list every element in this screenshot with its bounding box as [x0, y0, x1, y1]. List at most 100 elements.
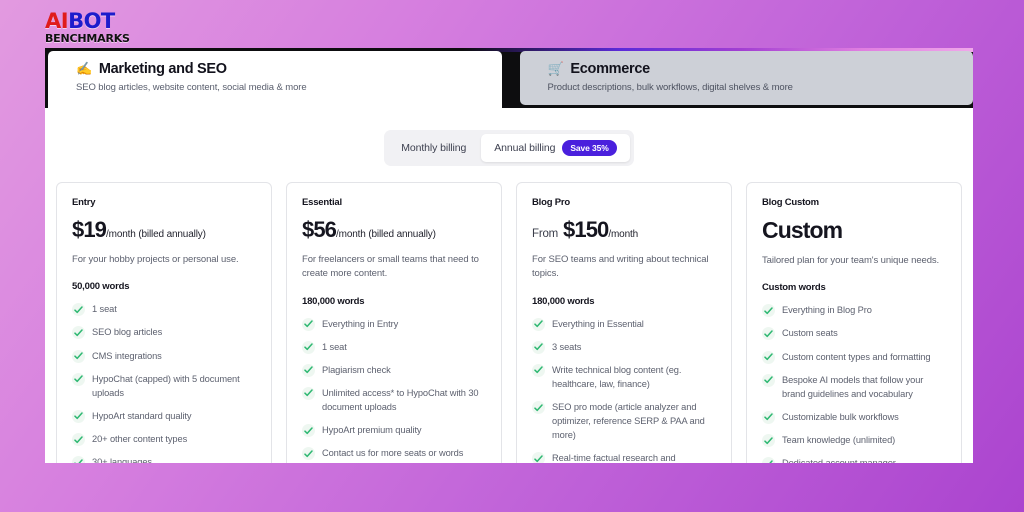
check-icon [72, 349, 85, 363]
feature-item: Customizable bulk workflows [762, 410, 946, 424]
feature-item: 1 seat [302, 340, 486, 354]
feature-label: Everything in Blog Pro [782, 305, 872, 316]
plan-name: Blog Custom [762, 197, 819, 208]
feature-item: Write technical blog content (eg. health… [532, 363, 716, 391]
plan-feature-list: Everything in Essential 3 seats Write tech… [532, 317, 716, 463]
tab-marketing-and-seo[interactable]: ✍️ Marketing and SEO SEO blog articles, … [48, 51, 502, 108]
check-icon [762, 304, 775, 318]
check-icon [302, 363, 315, 377]
feature-label: HypoArt premium quality [322, 425, 422, 436]
tab-ecommerce[interactable]: 🛒 Ecommerce Product descriptions, bulk w… [519, 51, 974, 105]
feature-item: Everything in Entry [302, 317, 486, 331]
plan-price-prefix: From [532, 228, 559, 240]
plan-description: For your hobby projects or personal use. [72, 254, 239, 265]
plan-price-suffix: /month (billed annually) [106, 229, 206, 240]
feature-label: 1 seat [322, 341, 347, 352]
plan-word-allowance: 180,000 words [532, 295, 595, 307]
logo-top-line: AIBOT [45, 11, 130, 32]
plan-description: For SEO teams and writing about technica… [532, 254, 709, 280]
check-icon [302, 424, 315, 438]
plan-price-amount: $150 [563, 217, 609, 242]
pricing-card[interactable]: Blog Pro From $150/month For SEO teams and … [516, 182, 732, 463]
pricing-card[interactable]: Entry $19/month (billed annually) For your… [56, 182, 272, 463]
plan-name: Entry [72, 197, 96, 208]
tab-ecommerce-subtitle: Product descriptions, bulk workflows, di… [547, 82, 793, 93]
plan-name: Blog Pro [532, 197, 570, 208]
feature-label: 3 seats [552, 341, 582, 352]
feature-item: CMS integrations [72, 349, 256, 363]
plan-price-row: From $150/month [532, 217, 716, 243]
feature-item: Unlimited access* to HypoChat with 30 do… [302, 386, 486, 414]
feature-item: 30+ languages [72, 455, 256, 463]
check-icon [302, 340, 315, 354]
check-icon [532, 340, 545, 354]
feature-item: Real-time factual research and automatic… [532, 451, 716, 463]
feature-label: Plagiarism check [322, 364, 391, 375]
tab-marketing-title-row: ✍️ Marketing and SEO [76, 61, 502, 77]
plan-description: For freelancers or small teams that need… [302, 254, 479, 280]
tab-ecommerce-label: Ecommerce [570, 61, 650, 77]
pricing-card[interactable]: Blog Custom Custom Tailored plan for your … [746, 182, 962, 463]
feature-item: Plagiarism check [302, 363, 486, 377]
feature-item: SEO pro mode (article analyzer and optim… [532, 400, 716, 442]
feature-item: Dedicated account manager [762, 456, 946, 463]
plan-price-row: $56/month (billed annually) [302, 217, 486, 243]
billing-toggle-row: Monthly billing Annual billing Save 35% [45, 108, 973, 182]
feature-item: 20+ other content types [72, 432, 256, 446]
billing-option-annual[interactable]: Annual billing Save 35% [481, 134, 630, 162]
plan-feature-list: Everything in Entry 1 seat Plagiarism chec… [302, 317, 486, 461]
feature-item: HypoArt premium quality [302, 423, 486, 438]
feature-item: Everything in Blog Pro [762, 303, 946, 318]
feature-label: Team knowledge (unlimited) [782, 435, 896, 445]
feature-item: HypoChat (capped) with 5 document upload… [72, 372, 256, 400]
feature-label: CMS integrations [92, 350, 162, 361]
feature-item: Contact us for more seats or words [302, 446, 486, 461]
feature-label: Everything in Entry [322, 318, 399, 329]
plan-price-suffix: /month (billed annually) [336, 229, 436, 240]
check-icon [532, 452, 545, 463]
save-badge: Save 35% [562, 140, 617, 156]
plan-price-row: $19/month (billed annually) [72, 217, 256, 243]
feature-item: Everything in Essential [532, 317, 716, 331]
check-icon [762, 410, 775, 424]
writing-hand-icon: ✍️ [76, 61, 92, 76]
check-icon [72, 326, 85, 340]
feature-item: 3 seats [532, 340, 716, 354]
plan-word-allowance: Custom words [762, 282, 826, 294]
tab-ecommerce-title-row: 🛒 Ecommerce [548, 61, 974, 77]
feature-label: SEO blog articles [92, 327, 163, 338]
feature-label: 1 seat [92, 304, 117, 315]
check-icon [302, 317, 315, 331]
feature-label: 30+ languages [92, 457, 152, 463]
plan-name: Essential [302, 197, 342, 208]
check-icon [762, 327, 775, 341]
plan-word-allowance: 180,000 words [302, 295, 365, 307]
plan-price-suffix: /month [608, 229, 639, 240]
feature-item: Bespoke AI models that follow your brand… [762, 373, 946, 401]
feature-label: Customizable bulk workflows [782, 411, 899, 422]
feature-label: Contact us for more seats or words [322, 448, 464, 459]
feature-label: Everything in Essential [552, 318, 644, 329]
logo-ai-text: AI [45, 9, 69, 33]
billing-period-toggle[interactable]: Monthly billing Annual billing Save 35% [384, 130, 634, 166]
billing-option-monthly[interactable]: Monthly billing [388, 136, 479, 160]
pricing-card-list: Entry $19/month (billed annually) For your… [45, 182, 973, 463]
feature-item: HypoArt standard quality [72, 409, 256, 423]
feature-item: Custom seats [762, 326, 946, 341]
feature-label: Real-time factual research and automatic… [552, 453, 676, 463]
logo-bot-text: BOT [68, 9, 115, 33]
check-icon [72, 409, 85, 423]
category-tab-bar: ✍️ Marketing and SEO SEO blog articles, … [45, 48, 973, 108]
plan-word-allowance: 50,000 words [72, 281, 130, 293]
pricing-page: ✍️ Marketing and SEO SEO blog articles, … [45, 48, 973, 463]
check-icon [532, 401, 545, 414]
feature-label: Dedicated account manager [782, 456, 896, 463]
feature-label: Unlimited access* to HypoChat with 30 do… [322, 387, 479, 412]
feature-item: 1 seat [72, 302, 256, 317]
check-icon [762, 350, 775, 364]
feature-item: SEO blog articles [72, 325, 256, 340]
watermark-logo: AIBOT BENCHMARKS [45, 11, 130, 45]
pricing-card[interactable]: Essential $56/month (billed annually) For … [286, 182, 502, 463]
plan-feature-list: 1 seat SEO blog articles CMS integrations H… [72, 302, 256, 463]
plan-description: Tailored plan for your team's unique nee… [762, 255, 940, 266]
